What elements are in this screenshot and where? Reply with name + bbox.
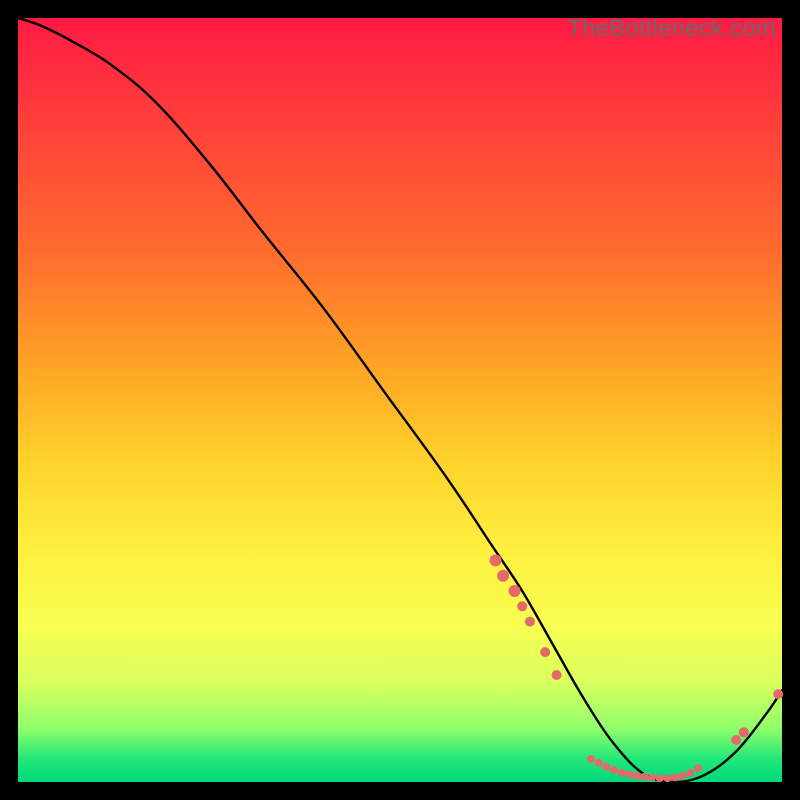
data-point <box>525 617 535 627</box>
data-point <box>625 770 633 778</box>
data-point <box>648 773 656 781</box>
data-point <box>731 735 741 745</box>
plot-area: TheBottleneck.com <box>18 18 782 782</box>
data-point <box>587 755 595 763</box>
data-point <box>509 585 521 597</box>
chart-stage: TheBottleneck.com <box>0 0 800 800</box>
data-point <box>490 554 502 566</box>
data-point <box>602 763 610 771</box>
data-point <box>739 727 749 737</box>
data-point <box>497 570 509 582</box>
data-point <box>517 601 527 611</box>
data-point <box>641 773 649 781</box>
data-point <box>773 689 783 699</box>
data-point <box>656 774 664 782</box>
data-point <box>663 774 671 782</box>
data-point <box>610 766 618 774</box>
bottleneck-curve <box>18 18 782 782</box>
data-point <box>633 772 641 780</box>
data-point <box>540 647 550 657</box>
curve-layer <box>18 18 782 782</box>
data-point <box>679 772 687 780</box>
data-point <box>595 759 603 767</box>
data-point <box>552 670 562 680</box>
data-point <box>694 764 702 772</box>
data-point <box>618 769 626 777</box>
data-point <box>671 773 679 781</box>
data-point <box>686 769 694 777</box>
